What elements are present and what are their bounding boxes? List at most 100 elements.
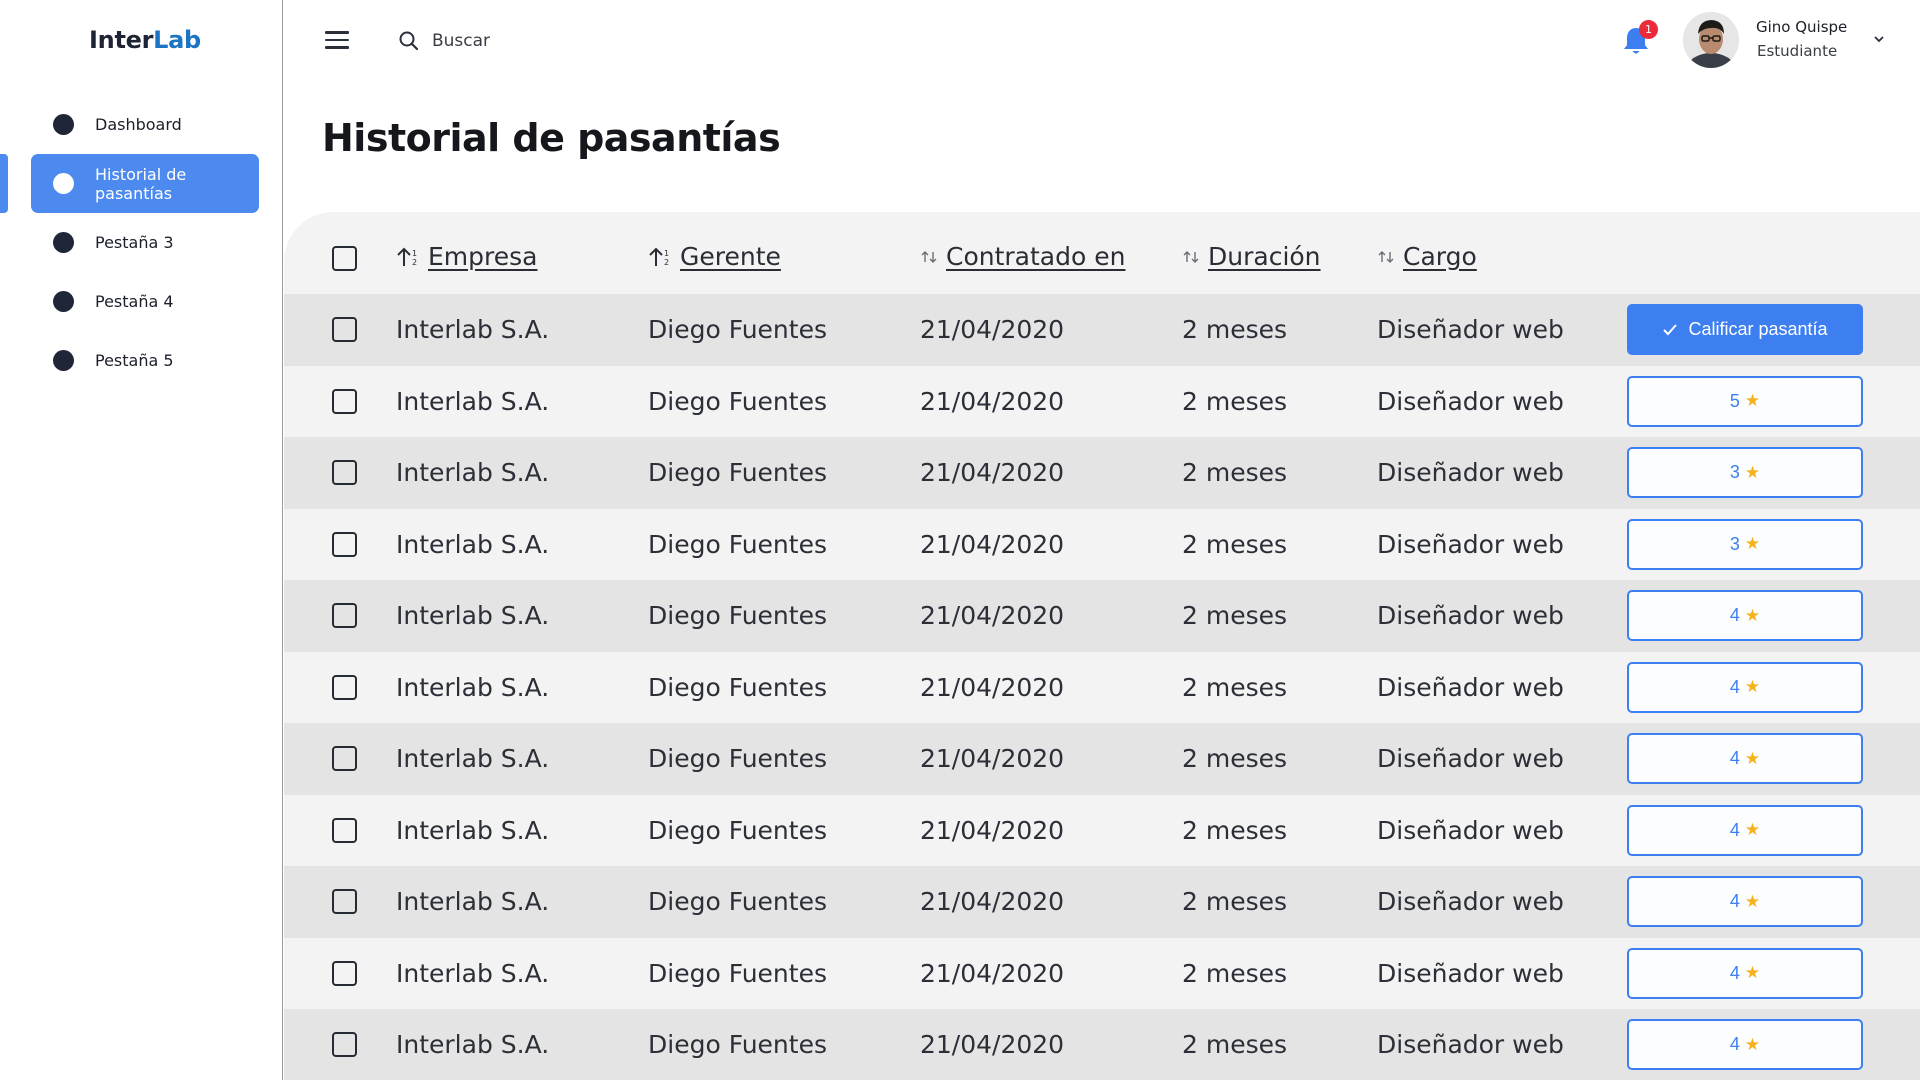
row-checkbox[interactable] (332, 960, 357, 986)
avatar[interactable] (1683, 12, 1739, 68)
row-checkbox[interactable] (332, 1032, 357, 1057)
star-icon: ★ (1744, 462, 1761, 482)
rating-button[interactable]: 4 ★ (1627, 876, 1863, 927)
column-header-gerente[interactable]: 12 Gerente (648, 242, 781, 271)
table-row: Interlab S.A. Diego Fuentes 21/04/2020 2 me… (284, 508, 1920, 580)
select-all-checkbox[interactable] (332, 246, 357, 271)
cell-empresa: Interlab S.A. (396, 1030, 550, 1060)
row-checkbox[interactable] (332, 603, 357, 628)
dot-icon (53, 173, 74, 194)
cell-contratado: 21/04/2020 (920, 887, 1065, 917)
svg-text:2: 2 (664, 258, 669, 267)
column-label: Duración (1208, 242, 1321, 271)
column-label: Empresa (428, 242, 538, 271)
cell-contratado: 21/04/2020 (920, 601, 1065, 631)
cell-cargo: Diseñador web (1377, 887, 1564, 917)
rating-button[interactable]: 4 ★ (1627, 733, 1863, 784)
cell-gerente: Diego Fuentes (648, 958, 827, 988)
sort-both-icon (1183, 250, 1199, 263)
rating-button[interactable]: 4 ★ (1627, 661, 1863, 713)
row-checkbox[interactable] (332, 531, 357, 557)
sort-both-icon (921, 250, 937, 263)
star-icon: ★ (1744, 891, 1761, 911)
row-checkbox[interactable] (332, 817, 357, 843)
sidebar-item-pestana-3[interactable]: Pestaña 3 (0, 213, 283, 272)
star-icon: ★ (1744, 605, 1761, 625)
sidebar-item-pestana-5[interactable]: Pestaña 5 (0, 331, 283, 390)
search-bar (398, 26, 798, 56)
cell-duracion: 2 meses (1182, 386, 1288, 416)
check-icon (1663, 323, 1678, 335)
cell-empresa: Interlab S.A. (396, 815, 550, 845)
rating-value: 4 (1729, 748, 1740, 768)
user-name: Gino Quispe (1756, 18, 1848, 36)
row-checkbox[interactable] (332, 460, 357, 485)
cell-cargo: Diseñador web (1377, 672, 1564, 702)
cell-contratado: 21/04/2020 (920, 958, 1065, 988)
logo-text-primary: Inter (89, 26, 154, 54)
rating-button[interactable]: 3 ★ (1627, 447, 1863, 498)
sidebar: InterLab Dashboard Historial de pasantía… (0, 0, 283, 1080)
rating-button[interactable]: 4 ★ (1627, 590, 1863, 641)
svg-text:2: 2 (412, 258, 417, 267)
rating-button[interactable]: 3 ★ (1627, 518, 1863, 570)
cell-duracion: 2 meses (1182, 529, 1288, 559)
notifications-button[interactable]: 1 (1617, 20, 1658, 60)
cell-contratado: 21/04/2020 (920, 458, 1065, 488)
row-checkbox[interactable] (332, 388, 357, 414)
search-input[interactable] (432, 31, 732, 51)
cell-gerente: Diego Fuentes (648, 458, 827, 488)
cell-cargo: Diseñador web (1377, 529, 1564, 559)
column-header-duracion[interactable]: Duración (1182, 242, 1321, 271)
sidebar-item-dashboard[interactable]: Dashboard (0, 95, 283, 154)
search-icon[interactable] (398, 30, 420, 52)
sidebar-item-label: Pestaña 5 (95, 351, 174, 370)
row-checkbox[interactable] (332, 889, 357, 914)
cell-duracion: 2 meses (1182, 1030, 1288, 1060)
rating-button[interactable]: 4 ★ (1627, 804, 1863, 856)
active-indicator (0, 154, 8, 213)
rating-button[interactable]: 5 ★ (1627, 375, 1863, 427)
cell-empresa: Interlab S.A. (396, 458, 550, 488)
chevron-down-icon[interactable] (1872, 31, 1886, 45)
row-checkbox[interactable] (332, 746, 357, 771)
cell-gerente: Diego Fuentes (648, 672, 827, 702)
star-icon: ★ (1744, 820, 1761, 839)
rating-button[interactable]: 4 ★ (1627, 1019, 1863, 1070)
cell-duracion: 2 meses (1182, 815, 1288, 845)
row-checkbox[interactable] (332, 317, 357, 342)
sidebar-item-pestana-4[interactable]: Pestaña 4 (0, 272, 283, 331)
cell-gerente: Diego Fuentes (648, 887, 827, 917)
rating-value: 4 (1729, 1034, 1740, 1054)
rate-internship-button[interactable]: Calificar pasantía (1627, 304, 1863, 355)
cell-duracion: 2 meses (1182, 601, 1288, 631)
cell-contratado: 21/04/2020 (920, 529, 1065, 559)
cell-duracion: 2 meses (1182, 958, 1288, 988)
rating-value: 4 (1729, 962, 1740, 983)
page-title: Historial de pasantías (322, 116, 781, 160)
column-label: Gerente (680, 242, 781, 271)
cell-gerente: Diego Fuentes (648, 1030, 827, 1060)
sidebar-item-label: Historial de pasantías (95, 164, 187, 203)
cell-duracion: 2 meses (1182, 887, 1288, 917)
sidebar-item-historial[interactable]: Historial de pasantías (0, 154, 283, 213)
column-header-contratado[interactable]: Contratado en (920, 242, 1125, 271)
rating-value: 3 (1729, 533, 1740, 554)
cell-contratado: 21/04/2020 (920, 1030, 1065, 1060)
sidebar-nav: Dashboard Historial de pasantías Pestaña… (0, 95, 283, 390)
cell-gerente: Diego Fuentes (648, 529, 827, 559)
cell-cargo: Diseñador web (1377, 458, 1564, 488)
hamburger-menu-icon[interactable] (325, 31, 349, 49)
logo[interactable]: InterLab (0, 26, 290, 54)
column-header-cargo[interactable]: Cargo (1377, 242, 1477, 271)
rating-button[interactable]: 4 ★ (1627, 947, 1863, 999)
column-header-empresa[interactable]: 12 Empresa (396, 242, 537, 271)
cell-cargo: Diseñador web (1377, 958, 1564, 988)
row-checkbox[interactable] (332, 674, 357, 700)
cell-empresa: Interlab S.A. (396, 958, 550, 988)
logo-text-accent: Lab (153, 26, 201, 54)
rating-value: 4 (1729, 676, 1740, 697)
dot-icon (53, 232, 74, 253)
cell-gerente: Diego Fuentes (648, 744, 827, 774)
cell-empresa: Interlab S.A. (396, 672, 550, 702)
